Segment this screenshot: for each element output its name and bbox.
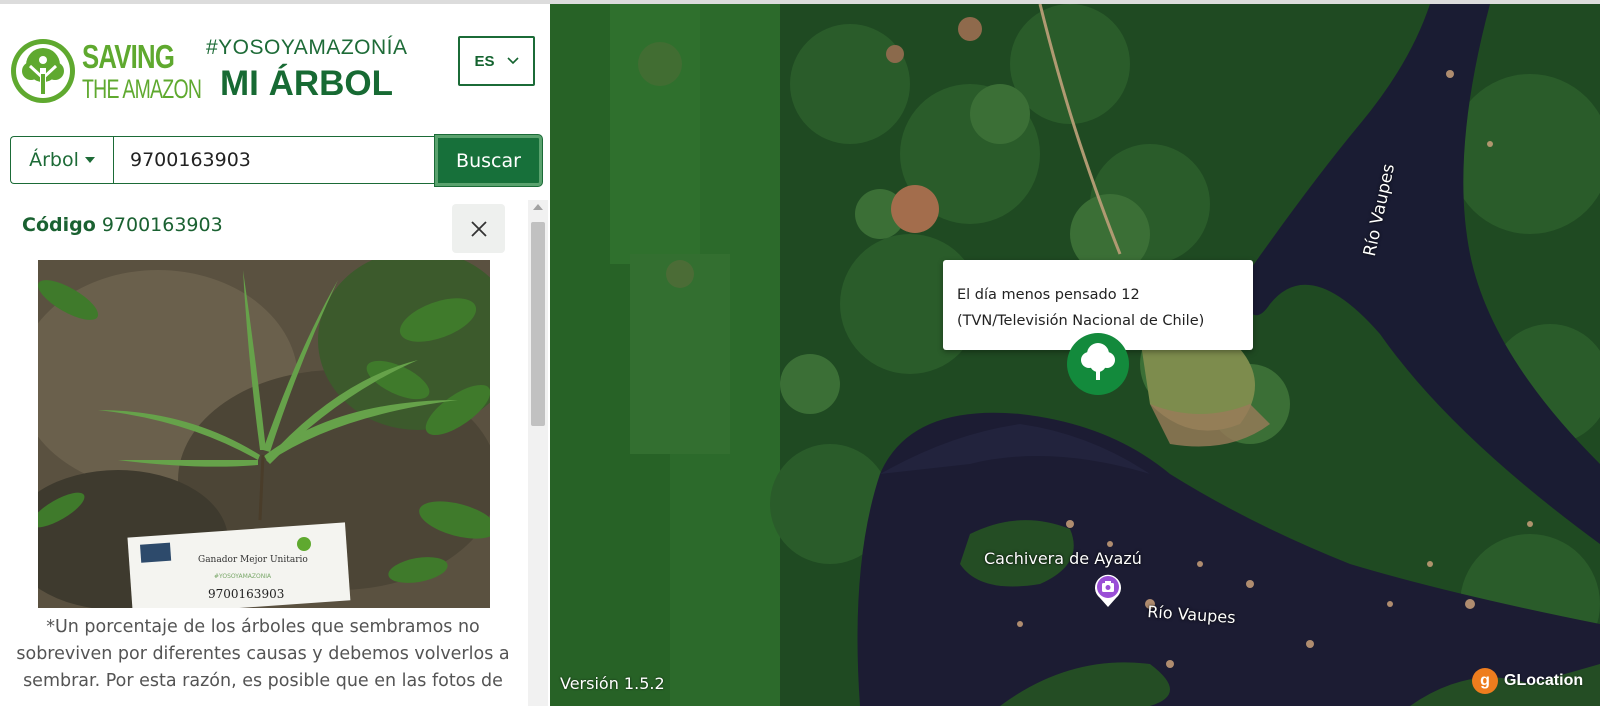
tree-marker-icon[interactable]: [1066, 332, 1130, 396]
close-icon: [470, 220, 487, 237]
search-bar: Árbol Buscar: [10, 135, 542, 186]
logo-text-saving: SAVING: [82, 38, 175, 75]
search-input[interactable]: [113, 136, 435, 184]
page-title: MI ÁRBOL: [220, 64, 394, 103]
glocation-logo-icon: g: [1472, 668, 1498, 694]
replanting-note: *Un porcentaje de los árboles que sembra…: [16, 617, 510, 691]
photo-card-label: Ganador Mejor Unitario: [198, 555, 308, 565]
popup-line-1: El día menos pensado 12: [957, 287, 1140, 303]
search-type-dropdown[interactable]: Árbol: [10, 136, 113, 184]
app-version: Versión 1.5.2: [560, 674, 665, 693]
search-button[interactable]: Buscar: [435, 135, 542, 186]
caret-down-icon: [84, 157, 95, 163]
language-select[interactable]: ES: [458, 36, 535, 86]
satellite-map[interactable]: El día menos pensado 12 (TVN/Televisión …: [550, 4, 1600, 706]
camera-poi-icon[interactable]: [1092, 572, 1124, 608]
tree-logo-icon: [11, 39, 75, 103]
place-label-cachivera: Cachivera de Ayazú: [984, 549, 1142, 568]
photo-card-code: 9700163903: [208, 587, 284, 601]
tree-code-label: Código: [22, 214, 96, 236]
scroll-up-arrow-icon[interactable]: [533, 204, 543, 210]
scrollbar-thumb[interactable]: [531, 222, 545, 426]
tree-code: Código 9700163903: [22, 214, 223, 236]
glocation-label: GLocation: [1504, 672, 1584, 689]
tree-details: Código 9700163903 Ganador Mejor Unitario…: [0, 194, 550, 706]
tree-code-value: 9700163903: [101, 214, 223, 236]
side-panel: SAVING THE AMAZON #YOSOYAMAZONÍA MI ÁRBO…: [0, 4, 550, 706]
logo-text-the-amazon: THE AMAZON: [82, 74, 202, 104]
tree-photo: Ganador Mejor Unitario #YOSOYAMAZONIA 97…: [38, 260, 490, 608]
hashtag-label: #YOSOYAMAZONÍA: [206, 36, 408, 59]
search-type-label: Árbol: [29, 149, 79, 171]
language-value: ES: [474, 52, 495, 70]
photo-card-hashtag: #YOSOYAMAZONIA: [214, 573, 272, 580]
panel-scrollbar[interactable]: [528, 200, 548, 706]
glocation-brand[interactable]: g GLocation: [1472, 668, 1583, 694]
close-button[interactable]: [452, 204, 505, 253]
chevron-down-icon: [506, 57, 519, 65]
popup-line-2: (TVN/Televisión Nacional de Chile): [957, 313, 1205, 329]
saving-the-amazon-logo[interactable]: SAVING THE AMAZON: [10, 36, 202, 106]
